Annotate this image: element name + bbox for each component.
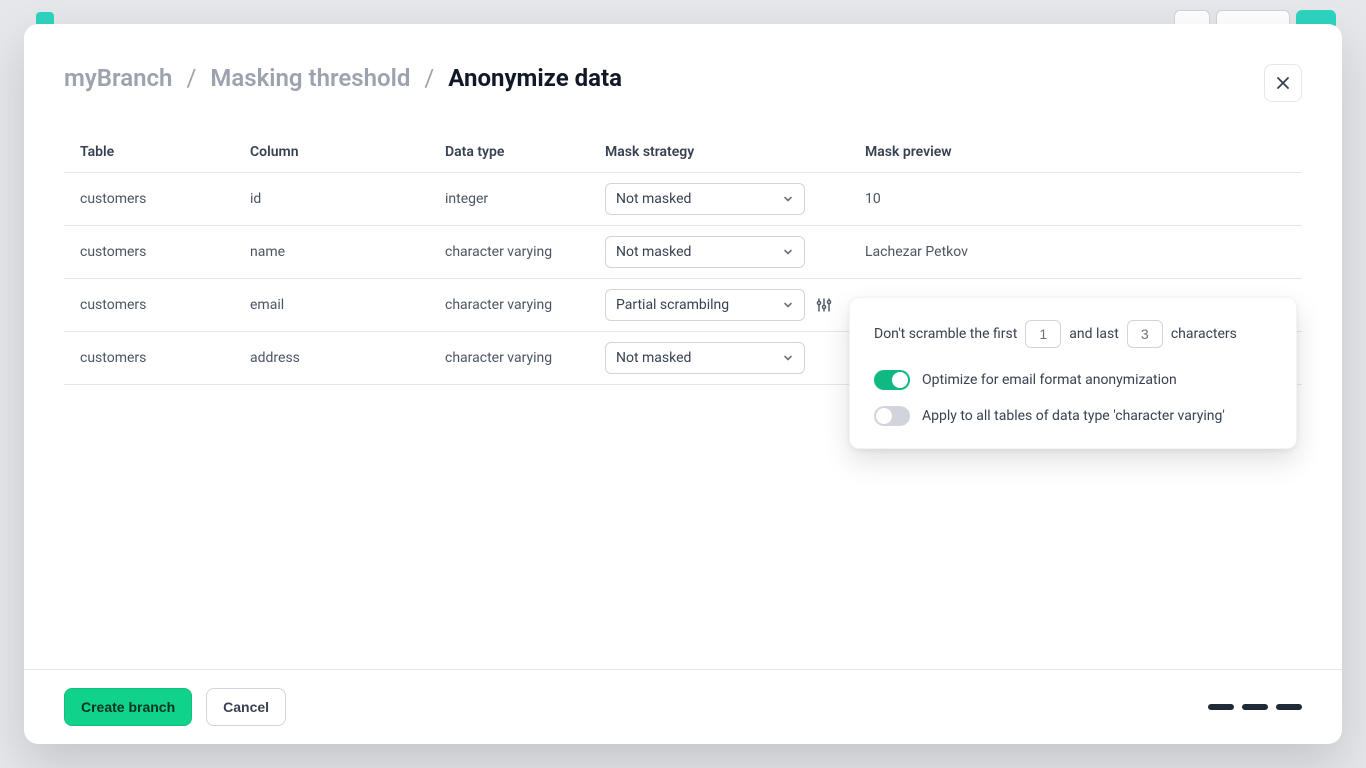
close-button[interactable] bbox=[1264, 64, 1302, 102]
step-indicator bbox=[1208, 704, 1302, 710]
mask-strategy-select[interactable]: Not masked bbox=[605, 236, 805, 268]
breadcrumb-item-current: Anonymize data bbox=[448, 64, 622, 92]
mask-strategy-select[interactable]: Not masked bbox=[605, 183, 805, 215]
col-header-column: Column bbox=[234, 132, 429, 173]
mask-strategy-value: Not masked bbox=[616, 244, 691, 260]
col-header-type: Data type bbox=[429, 132, 589, 173]
mask-strategy-value: Partial scrambilng bbox=[616, 297, 729, 313]
cell-table: customers bbox=[64, 332, 234, 385]
apply-all-tables-label: Apply to all tables of data type 'charac… bbox=[922, 408, 1225, 424]
cell-strategy: Partial scrambilng bbox=[589, 279, 849, 332]
cell-column: address bbox=[234, 332, 429, 385]
close-icon bbox=[1276, 76, 1290, 90]
cell-data-type: character varying bbox=[429, 226, 589, 279]
chevron-down-icon bbox=[782, 246, 794, 258]
optimize-email-label: Optimize for email format anonymization bbox=[922, 372, 1177, 388]
cell-column: name bbox=[234, 226, 429, 279]
mask-strategy-value: Not masked bbox=[616, 350, 691, 366]
optimize-email-toggle[interactable] bbox=[874, 370, 910, 390]
breadcrumb-separator: / bbox=[424, 64, 434, 92]
cell-table: customers bbox=[64, 279, 234, 332]
cancel-button[interactable]: Cancel bbox=[206, 688, 286, 726]
cell-table: customers bbox=[64, 226, 234, 279]
cell-preview: 10 bbox=[849, 173, 1302, 226]
cell-table: customers bbox=[64, 173, 234, 226]
cell-preview: Lachezar Petkov bbox=[849, 226, 1302, 279]
mask-strategy-select[interactable]: Not masked bbox=[605, 342, 805, 374]
chevron-down-icon bbox=[782, 352, 794, 364]
scramble-last-n-input[interactable] bbox=[1127, 320, 1163, 348]
anonymize-modal: myBranch / Masking threshold / Anonymize… bbox=[24, 24, 1342, 744]
adjust-settings-icon[interactable] bbox=[815, 296, 833, 314]
cell-column: email bbox=[234, 279, 429, 332]
cell-strategy: Not masked bbox=[589, 332, 849, 385]
scramble-first-n-input[interactable] bbox=[1025, 320, 1061, 348]
mask-strategy-select[interactable]: Partial scrambilng bbox=[605, 289, 805, 321]
breadcrumb: myBranch / Masking threshold / Anonymize… bbox=[64, 64, 622, 92]
table-row: customersnamecharacter varying Not masked… bbox=[64, 226, 1302, 279]
cell-column: id bbox=[234, 173, 429, 226]
col-header-preview: Mask preview bbox=[849, 132, 1302, 173]
cell-data-type: character varying bbox=[429, 332, 589, 385]
col-header-table: Table bbox=[64, 132, 234, 173]
cell-data-type: character varying bbox=[429, 279, 589, 332]
breadcrumb-item-branch[interactable]: myBranch bbox=[64, 64, 172, 92]
cell-data-type: integer bbox=[429, 173, 589, 226]
col-header-strategy: Mask strategy bbox=[589, 132, 849, 173]
apply-all-tables-toggle[interactable] bbox=[874, 406, 910, 426]
cell-strategy: Not masked bbox=[589, 173, 849, 226]
mask-strategy-value: Not masked bbox=[616, 191, 691, 207]
scramble-label-first: Don't scramble the first bbox=[874, 326, 1017, 342]
cell-strategy: Not masked bbox=[589, 226, 849, 279]
chevron-down-icon bbox=[782, 193, 794, 205]
scramble-settings-popover: Don't scramble the first and last charac… bbox=[849, 297, 1297, 449]
breadcrumb-separator: / bbox=[186, 64, 196, 92]
scramble-label-and-last: and last bbox=[1069, 326, 1119, 342]
table-row: customersidinteger Not masked 10 bbox=[64, 173, 1302, 226]
breadcrumb-item-threshold[interactable]: Masking threshold bbox=[210, 64, 410, 92]
create-branch-button[interactable]: Create branch bbox=[64, 688, 192, 726]
chevron-down-icon bbox=[782, 299, 794, 311]
scramble-label-chars: characters bbox=[1171, 326, 1237, 342]
